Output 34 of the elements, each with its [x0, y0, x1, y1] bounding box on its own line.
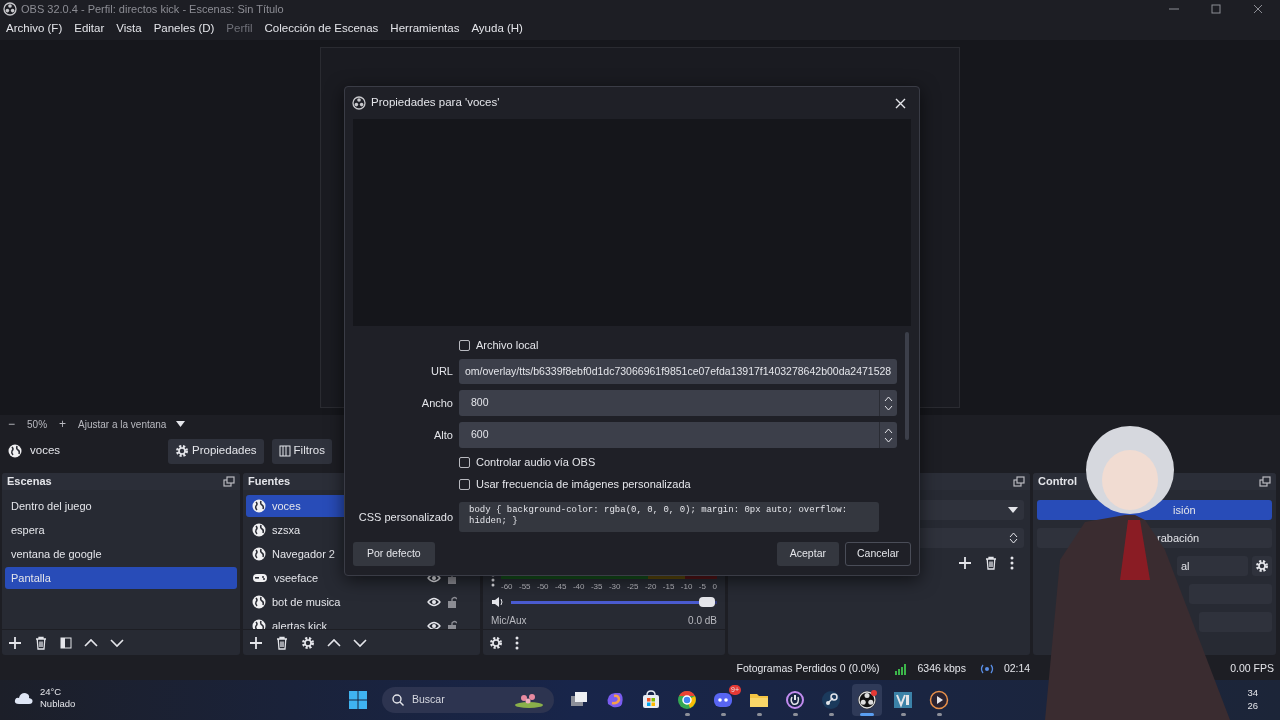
dock-title: Control: [1038, 474, 1078, 490]
meter-tick: -35: [590, 581, 603, 593]
dialog-title: Propiedades para 'voces': [371, 95, 501, 111]
temperature: 24°C: [40, 686, 63, 698]
meter-tick: -40: [572, 581, 585, 593]
meter-tick: -10: [680, 581, 693, 593]
clock-date: 26: [1247, 699, 1258, 712]
meter-tick: -5: [698, 581, 706, 593]
meter-tick: -15: [662, 581, 675, 593]
stream-time: 02:14: [1003, 661, 1031, 677]
zoom-level: 50%: [27, 417, 48, 432]
weather-condition: Nublado: [40, 698, 76, 710]
fps-reading: 0.00 FPS: [1230, 661, 1274, 677]
field-label: Ancho: [421, 395, 453, 411]
dock-title: Fuentes: [248, 474, 291, 490]
channel-reading: 0.0 dB: [688, 614, 717, 628]
dock-title: Escenas: [7, 474, 52, 490]
meter-tick: -60: [501, 581, 513, 593]
meter-tick: -30: [608, 581, 621, 593]
field-label: Alto: [434, 427, 453, 443]
window-title: OBS 32.0.4 - Perfil: directos kick - Escenas: Sin Título: [21, 1, 284, 17]
source-name: voces: [30, 443, 62, 459]
bitrate: 6346 kbps: [917, 661, 966, 677]
field-label: CSS personalizado: [358, 509, 453, 525]
meter-tick: 0: [712, 581, 717, 593]
field-label: URL: [431, 364, 453, 380]
meter-tick: -25: [626, 581, 639, 593]
channel-name: Mic/Aux: [491, 614, 527, 628]
meter-tick: -55: [519, 581, 531, 593]
dropped-frames: Fotogramas Perdidos 0 (0.0%): [736, 661, 880, 677]
meter-tick: -45: [554, 581, 567, 593]
clock-time: 34: [1247, 686, 1258, 699]
meter-tick: -50: [536, 581, 549, 593]
meter-tick: -20: [644, 581, 657, 593]
